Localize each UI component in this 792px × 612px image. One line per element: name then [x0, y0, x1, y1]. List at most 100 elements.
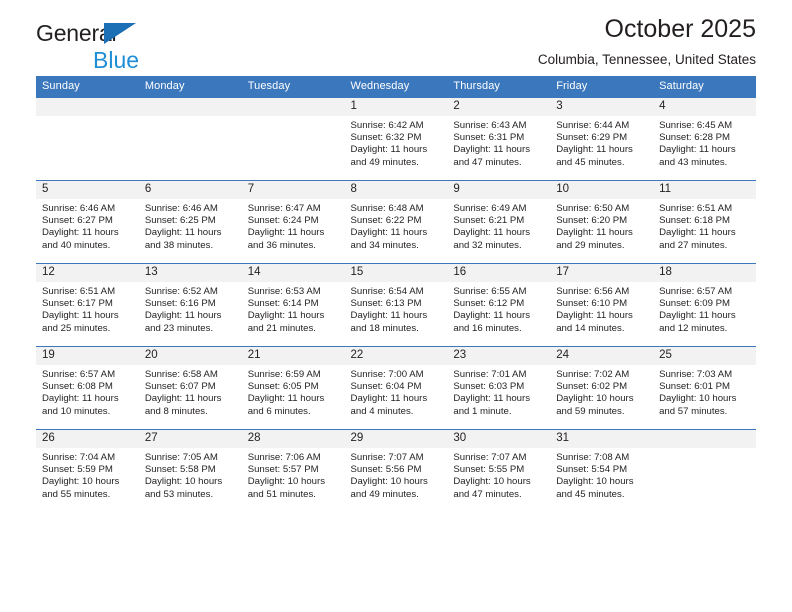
daylight-duration-line2: and 45 minutes.	[556, 488, 625, 500]
calendar-day-cell[interactable]: 15 Sunrise: 6:54 AM Sunset: 6:13 PM Dayligh…	[344, 263, 448, 347]
calendar-day-cell[interactable]: 7 Sunrise: 6:47 AM Sunset: 6:24 PM Daylight…	[241, 180, 345, 264]
day-details: Sunrise: 7:08 AM Sunset: 5:54 PM Daylight:…	[550, 448, 653, 501]
sunrise-time: Sunrise: 7:08 AM	[556, 452, 630, 463]
calendar-day-cell[interactable]: 14 Sunrise: 6:53 AM Sunset: 6:14 PM Dayligh…	[241, 263, 345, 347]
day-number: 1	[344, 98, 448, 116]
day-number: 7	[241, 181, 345, 199]
calendar-day-cell[interactable]: 17 Sunrise: 6:56 AM Sunset: 6:10 PM Dayligh…	[550, 263, 654, 347]
day-details: Sunrise: 6:58 AM Sunset: 6:07 PM Daylight:…	[139, 365, 242, 418]
calendar-day-cell[interactable]: 3 Sunrise: 6:44 AM Sunset: 6:29 PM Daylight…	[550, 97, 654, 181]
calendar-day-cell[interactable]: 20 Sunrise: 6:58 AM Sunset: 6:07 PM Dayligh…	[138, 346, 242, 430]
day-number: 17	[550, 264, 654, 282]
calendar-day-cell[interactable]: 26 Sunrise: 7:04 AM Sunset: 5:59 PM Dayligh…	[36, 429, 139, 512]
sunset-time: Sunset: 6:03 PM	[453, 381, 525, 393]
calendar-day-cell[interactable]: 31 Sunrise: 7:08 AM Sunset: 5:54 PM Dayligh…	[550, 429, 654, 512]
day-cell-inner: 24 Sunrise: 7:02 AM Sunset: 6:02 PM Dayligh…	[550, 347, 654, 429]
day-cell-inner: 8 Sunrise: 6:48 AM Sunset: 6:22 PM Daylight…	[344, 181, 448, 263]
calendar-day-cell[interactable]: 21 Sunrise: 6:59 AM Sunset: 6:05 PM Dayligh…	[241, 346, 345, 430]
calendar-week-row: 5 Sunrise: 6:46 AM Sunset: 6:27 PM Daylight…	[36, 180, 756, 264]
sunset-time: Sunset: 5:54 PM	[556, 464, 628, 476]
day-cell-inner: 31 Sunrise: 7:08 AM Sunset: 5:54 PM Dayligh…	[550, 430, 654, 512]
daylight-duration-line1: Daylight: 11 hours	[247, 393, 325, 405]
day-details: Sunrise: 6:57 AM Sunset: 6:08 PM Daylight:…	[36, 365, 139, 418]
sunset-time: Sunset: 6:16 PM	[144, 298, 216, 310]
daylight-duration-line1: Daylight: 11 hours	[144, 393, 222, 405]
daylight-duration-line2: and 16 minutes.	[453, 322, 522, 334]
sunrise-time: Sunrise: 6:59 AM	[247, 369, 321, 380]
calendar-day-cell[interactable]: 9 Sunrise: 6:49 AM Sunset: 6:21 PM Daylight…	[447, 180, 551, 264]
sunrise-time: Sunrise: 6:53 AM	[247, 286, 321, 297]
day-cell-inner: 20 Sunrise: 6:58 AM Sunset: 6:07 PM Dayligh…	[138, 347, 242, 429]
sunrise-time: Sunrise: 7:00 AM	[350, 369, 424, 380]
calendar-day-cell[interactable]: 18 Sunrise: 6:57 AM Sunset: 6:09 PM Dayligh…	[653, 263, 756, 347]
page-header: General Blue October 2025 Columbia, Tenn…	[36, 0, 756, 76]
calendar-day-cell[interactable]: 29 Sunrise: 7:07 AM Sunset: 5:56 PM Dayligh…	[344, 429, 448, 512]
daylight-duration-line1: Daylight: 11 hours	[453, 144, 530, 156]
sunrise-time: Sunrise: 7:02 AM	[556, 369, 630, 380]
daylight-duration-line1: Daylight: 11 hours	[453, 310, 530, 322]
calendar-day-cell[interactable]: 1 Sunrise: 6:42 AM Sunset: 6:32 PM Daylight…	[344, 97, 448, 181]
calendar-day-cell[interactable]: 16 Sunrise: 6:55 AM Sunset: 6:12 PM Dayligh…	[447, 263, 551, 347]
sunrise-time: Sunrise: 6:58 AM	[144, 369, 218, 380]
calendar-day-cell[interactable]: 13 Sunrise: 6:52 AM Sunset: 6:16 PM Dayligh…	[138, 263, 242, 347]
calendar-day-cell[interactable]: 12 Sunrise: 6:51 AM Sunset: 6:17 PM Dayligh…	[36, 263, 139, 347]
day-cell-inner: 5 Sunrise: 6:46 AM Sunset: 6:27 PM Daylight…	[36, 181, 139, 263]
sunset-time: Sunset: 6:05 PM	[247, 381, 319, 393]
calendar-day-cell[interactable]: 28 Sunrise: 7:06 AM Sunset: 5:57 PM Dayligh…	[241, 429, 345, 512]
calendar-day-cell[interactable]: 19 Sunrise: 6:57 AM Sunset: 6:08 PM Dayligh…	[36, 346, 139, 430]
sunset-time: Sunset: 6:12 PM	[453, 298, 525, 310]
day-number: 24	[550, 347, 654, 365]
calendar-day-cell[interactable]: 11 Sunrise: 6:51 AM Sunset: 6:18 PM Dayligh…	[653, 180, 756, 264]
day-details: Sunrise: 6:55 AM Sunset: 6:12 PM Daylight:…	[447, 282, 550, 335]
day-cell-inner	[241, 98, 345, 180]
sunset-time: Sunset: 5:55 PM	[453, 464, 525, 476]
calendar-day-cell[interactable]: 23 Sunrise: 7:01 AM Sunset: 6:03 PM Dayligh…	[447, 346, 551, 430]
calendar-day-cell[interactable]: 25 Sunrise: 7:03 AM Sunset: 6:01 PM Dayligh…	[653, 346, 756, 430]
calendar-day-cell[interactable]: 22 Sunrise: 7:00 AM Sunset: 6:04 PM Dayligh…	[344, 346, 448, 430]
calendar-day-cell[interactable]: 27 Sunrise: 7:05 AM Sunset: 5:58 PM Dayligh…	[138, 429, 242, 512]
day-number: 9	[447, 181, 551, 199]
day-cell-inner: 18 Sunrise: 6:57 AM Sunset: 6:09 PM Dayligh…	[653, 264, 756, 346]
calendar-day-cell[interactable]: 30 Sunrise: 7:07 AM Sunset: 5:55 PM Dayligh…	[447, 429, 551, 512]
day-details: Sunrise: 7:00 AM Sunset: 6:04 PM Daylight:…	[345, 365, 448, 418]
sunrise-time: Sunrise: 7:04 AM	[42, 452, 116, 463]
day-cell-inner: 27 Sunrise: 7:05 AM Sunset: 5:58 PM Dayligh…	[138, 430, 242, 512]
daylight-duration-line2: and 45 minutes.	[556, 156, 625, 168]
generalblue-logo[interactable]: General Blue	[36, 22, 246, 74]
daylight-duration-line2: and 38 minutes.	[144, 239, 214, 251]
calendar-day-cell[interactable]: 2 Sunrise: 6:43 AM Sunset: 6:31 PM Daylight…	[447, 97, 551, 181]
day-cell-inner: 22 Sunrise: 7:00 AM Sunset: 6:04 PM Dayligh…	[344, 347, 448, 429]
sunrise-time: Sunrise: 7:07 AM	[350, 452, 424, 463]
calendar-day-cell[interactable]: 5 Sunrise: 6:46 AM Sunset: 6:27 PM Daylight…	[36, 180, 139, 264]
day-number	[241, 98, 345, 116]
day-number: 20	[138, 347, 242, 365]
sunset-time: Sunset: 6:01 PM	[659, 381, 730, 393]
day-number: 26	[36, 430, 139, 448]
daylight-duration-line1: Daylight: 11 hours	[659, 310, 736, 322]
daylight-duration-line1: Daylight: 10 hours	[42, 476, 120, 488]
calendar-week-row: 26 Sunrise: 7:04 AM Sunset: 5:59 PM Dayligh…	[36, 429, 756, 512]
daylight-duration-line1: Daylight: 11 hours	[350, 227, 428, 239]
sunrise-time: Sunrise: 6:51 AM	[659, 203, 733, 214]
sunset-time: Sunset: 6:24 PM	[247, 215, 319, 227]
daylight-duration-line2: and 40 minutes.	[42, 239, 111, 251]
calendar-day-cell[interactable]: 24 Sunrise: 7:02 AM Sunset: 6:02 PM Dayligh…	[550, 346, 654, 430]
sunrise-time: Sunrise: 7:01 AM	[453, 369, 527, 380]
calendar-day-cell[interactable]: 10 Sunrise: 6:50 AM Sunset: 6:20 PM Dayligh…	[550, 180, 654, 264]
calendar-day-cell[interactable]: 6 Sunrise: 6:46 AM Sunset: 6:25 PM Daylight…	[138, 180, 242, 264]
day-details: Sunrise: 6:52 AM Sunset: 6:16 PM Daylight:…	[139, 282, 242, 335]
calendar-day-cell[interactable]: 8 Sunrise: 6:48 AM Sunset: 6:22 PM Daylight…	[344, 180, 448, 264]
calendar-day-cell[interactable]: 4 Sunrise: 6:45 AM Sunset: 6:28 PM Daylight…	[653, 97, 756, 181]
sunset-time: Sunset: 6:27 PM	[42, 215, 113, 227]
daylight-duration-line2: and 55 minutes.	[42, 488, 111, 500]
weekday-header-saturday: Saturday	[653, 76, 756, 98]
calendar-week-row: 19 Sunrise: 6:57 AM Sunset: 6:08 PM Dayligh…	[36, 346, 756, 430]
daylight-duration-line1: Daylight: 11 hours	[42, 393, 119, 405]
daylight-duration-line1: Daylight: 11 hours	[556, 310, 633, 322]
daylight-duration-line1: Daylight: 11 hours	[350, 393, 428, 405]
weekday-header-tuesday: Tuesday	[241, 76, 345, 98]
day-details: Sunrise: 6:49 AM Sunset: 6:21 PM Daylight:…	[447, 199, 550, 252]
daylight-duration-line1: Daylight: 11 hours	[247, 310, 325, 322]
day-details: Sunrise: 7:04 AM Sunset: 5:59 PM Daylight:…	[36, 448, 139, 501]
sunrise-time: Sunrise: 7:07 AM	[453, 452, 527, 463]
